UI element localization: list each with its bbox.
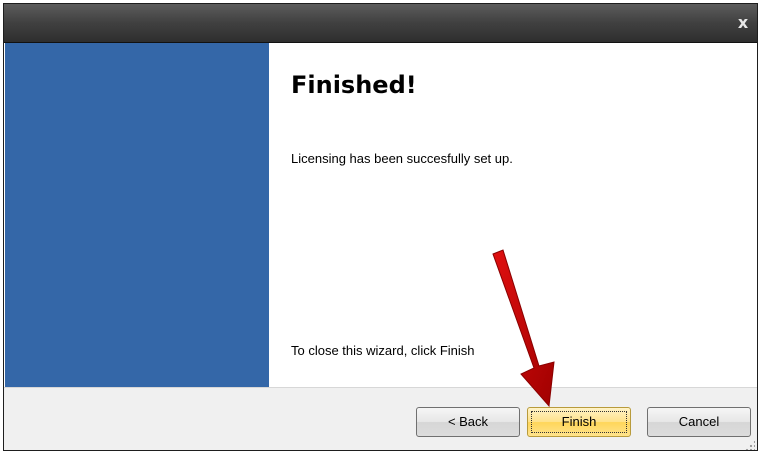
finish-button[interactable]: Finish [527, 407, 631, 437]
content-area: Finished! Licensing has been succesfully… [269, 43, 757, 387]
wizard-window: x Finished! Licensing has been succesful… [3, 3, 758, 451]
back-button[interactable]: < Back [416, 407, 520, 437]
button-bar: < Back Finish Cancel [4, 387, 757, 450]
side-panel [5, 43, 269, 387]
cancel-button[interactable]: Cancel [647, 407, 751, 437]
title-bar[interactable]: x [4, 4, 757, 43]
page-title: Finished! [291, 71, 417, 99]
focus-ring [531, 411, 627, 433]
success-message: Licensing has been succesfully set up. [291, 151, 513, 166]
resize-grip[interactable] [745, 440, 755, 450]
close-instruction: To close this wizard, click Finish [291, 343, 475, 358]
close-icon[interactable]: x [733, 13, 753, 33]
